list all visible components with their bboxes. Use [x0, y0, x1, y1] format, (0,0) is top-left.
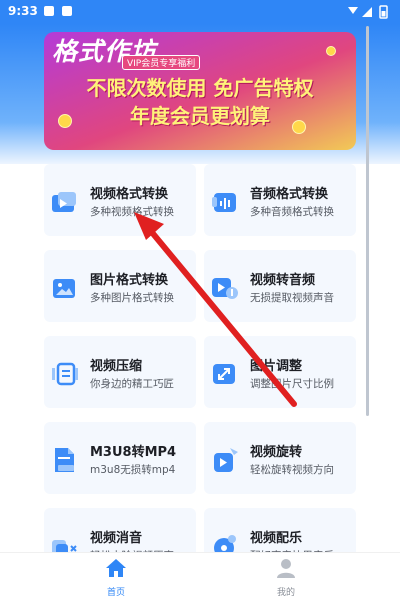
tool-subtitle: m3u8无损转mp4	[90, 464, 176, 476]
tool-subtitle: 多种视频格式转换	[90, 206, 174, 218]
signal-icon	[362, 7, 372, 17]
compress-icon	[52, 362, 78, 386]
notification-icon	[62, 6, 72, 16]
tool-title: 音频格式转换	[250, 187, 329, 202]
status-bar: 9:33	[0, 0, 400, 24]
coin-icon	[326, 46, 336, 56]
tool-card-image-resize[interactable]: 图片调整 调整图片尺寸比例	[204, 336, 356, 408]
tool-subtitle: 你身边的精工巧匠	[90, 378, 174, 390]
tool-card-m3u8-to-mp4[interactable]: M3U8转MP4 m3u8无损转mp4	[44, 422, 196, 494]
tool-title: 图片格式转换	[90, 273, 169, 288]
tab-home[interactable]: 首页	[86, 557, 146, 598]
tool-card-image-convert[interactable]: 图片格式转换 多种图片格式转换	[44, 250, 196, 322]
tool-card-video-rotate[interactable]: 视频旋转 轻松旋转视频方向	[204, 422, 356, 494]
video-to-audio-icon	[212, 278, 238, 299]
tab-label: 首页	[106, 588, 125, 598]
scrollbar[interactable]	[366, 26, 369, 416]
home-icon	[106, 559, 126, 577]
user-icon	[277, 559, 295, 578]
status-time: 9:33	[8, 4, 38, 18]
tool-title: 视频消音	[90, 531, 143, 546]
file-mp4-icon	[55, 448, 74, 472]
tool-title: 图片调整	[250, 359, 303, 374]
tool-card-audio-convert[interactable]: 音频格式转换 多种音频格式转换	[204, 164, 356, 236]
banner-headline: 不限次数使用 免广告特权	[86, 76, 314, 100]
notification-icon	[44, 6, 54, 16]
banner-subheadline: 年度会员更划算	[130, 104, 270, 128]
coin-icon	[292, 120, 306, 134]
tool-title: 视频压缩	[90, 359, 143, 374]
tool-card-video-compress[interactable]: 视频压缩 你身边的精工巧匠	[44, 336, 196, 408]
tool-title: 视频旋转	[250, 445, 303, 460]
image-icon	[53, 279, 75, 298]
tool-title: 视频转音频	[250, 273, 316, 288]
image-resize-icon	[213, 364, 235, 384]
tool-card-video-convert[interactable]: 视频格式转换 多种视频格式转换	[44, 164, 196, 236]
tool-subtitle: 调整图片尺寸比例	[250, 378, 334, 390]
tool-card-video-to-audio[interactable]: 视频转音频 无损提取视频声音	[204, 250, 356, 322]
vip-banner[interactable]: 格式作坊 VIP会员专享福利 不限次数使用 免广告特权 年度会员更划算	[44, 32, 356, 150]
tool-title: 视频配乐	[250, 531, 303, 546]
tool-subtitle: 轻松旋转视频方向	[250, 464, 334, 476]
tool-subtitle: 多种图片格式转换	[90, 292, 174, 304]
tool-subtitle: 多种音频格式转换	[250, 206, 334, 218]
tab-me[interactable]: 我的	[256, 557, 316, 598]
tool-subtitle: 无损提取视频声音	[250, 292, 334, 304]
coin-icon	[58, 114, 72, 128]
wifi-icon	[348, 7, 358, 14]
bottom-tab-bar: 首页 我的	[0, 552, 400, 601]
status-icons	[348, 5, 388, 19]
vip-tag: VIP会员专享福利	[122, 55, 201, 70]
tab-label: 我的	[276, 588, 295, 598]
tool-title: M3U8转MP4	[90, 445, 177, 460]
audio-wave-icon	[212, 193, 236, 212]
video-play-icon	[52, 192, 76, 212]
tool-title: 视频格式转换	[90, 187, 169, 202]
rotate-video-icon	[214, 448, 238, 472]
